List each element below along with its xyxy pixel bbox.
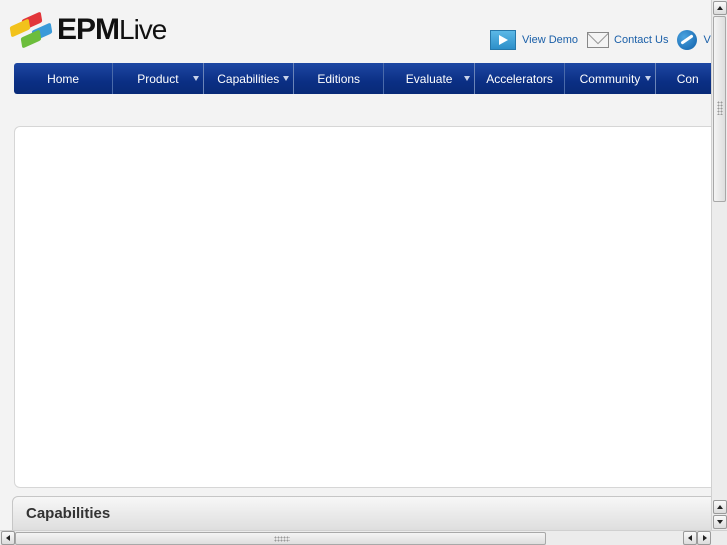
capabilities-title: Capabilities [26,505,111,522]
dropdown-caret-icon[interactable] [283,76,289,81]
scroll-left-button[interactable] [1,531,15,545]
capabilities-section-header: Capabilities [12,496,711,530]
nav-label: Accelerators [486,71,553,86]
epmlive-logo[interactable]: EPMLive [9,11,167,49]
horizontal-scroll-thumb[interactable] [15,532,546,545]
arrow-left-icon [6,535,10,541]
nav-label: Product [137,71,179,86]
view-label: View [703,34,711,46]
nav-label: Home [47,71,80,86]
nav-label: Evaluate [405,71,453,86]
arrow-left-icon [688,535,692,541]
contact-us-label: Contact Us [614,34,669,46]
globe-icon [677,30,698,50]
scroll-right-button[interactable] [697,531,711,545]
grip-icon [274,536,290,542]
logo-tiles-icon [9,11,55,49]
nav-accelerators[interactable]: Accelerators [475,63,566,94]
top-links: View Demo Contact Us View [490,30,711,50]
scroll-up-button-lower[interactable] [713,500,727,514]
view-link[interactable]: View [677,30,711,50]
nav-product[interactable]: Product [113,63,204,94]
dropdown-caret-icon[interactable] [192,76,199,81]
dropdown-caret-icon[interactable] [644,76,651,81]
grip-icon [717,101,723,115]
view-demo-link[interactable]: View Demo [490,30,578,50]
contact-us-link[interactable]: Contact Us [587,32,668,48]
horizontal-scrollbar[interactable] [0,530,727,545]
nav-contact[interactable]: Con [656,63,711,94]
logo-bold-text: EPM [57,13,120,46]
main-nav: Home Product Capabilities Editions Evalu… [14,63,711,94]
envelope-icon [587,32,610,48]
vertical-scrollbar[interactable] [711,0,727,530]
page-viewport: EPMLive View Demo Contact Us View Home P… [0,0,711,530]
nav-label: Community [579,71,641,86]
nav-home[interactable]: Home [14,63,114,94]
arrow-down-icon [717,520,723,524]
arrow-up-icon [717,505,723,509]
play-video-icon [490,30,516,50]
nav-editions[interactable]: Editions [294,63,385,94]
nav-label: Con [676,71,699,86]
main-content-panel [14,126,711,488]
scroll-up-button[interactable] [713,1,727,15]
scroll-down-button[interactable] [713,515,727,529]
nav-label: Editions [317,71,361,86]
arrow-up-icon [717,6,723,10]
nav-community[interactable]: Community [565,63,656,94]
nav-capabilities[interactable]: Capabilities [204,63,294,94]
view-demo-label: View Demo [522,34,579,46]
vertical-scroll-thumb[interactable] [713,16,726,202]
logo-wordmark: EPMLive [57,13,167,46]
logo-light-text: Live [119,14,167,45]
arrow-right-icon [703,535,707,541]
dropdown-caret-icon[interactable] [463,76,470,81]
nav-label: Capabilities [217,71,280,86]
scroll-left-button-right[interactable] [683,531,697,545]
nav-evaluate[interactable]: Evaluate [384,63,475,94]
